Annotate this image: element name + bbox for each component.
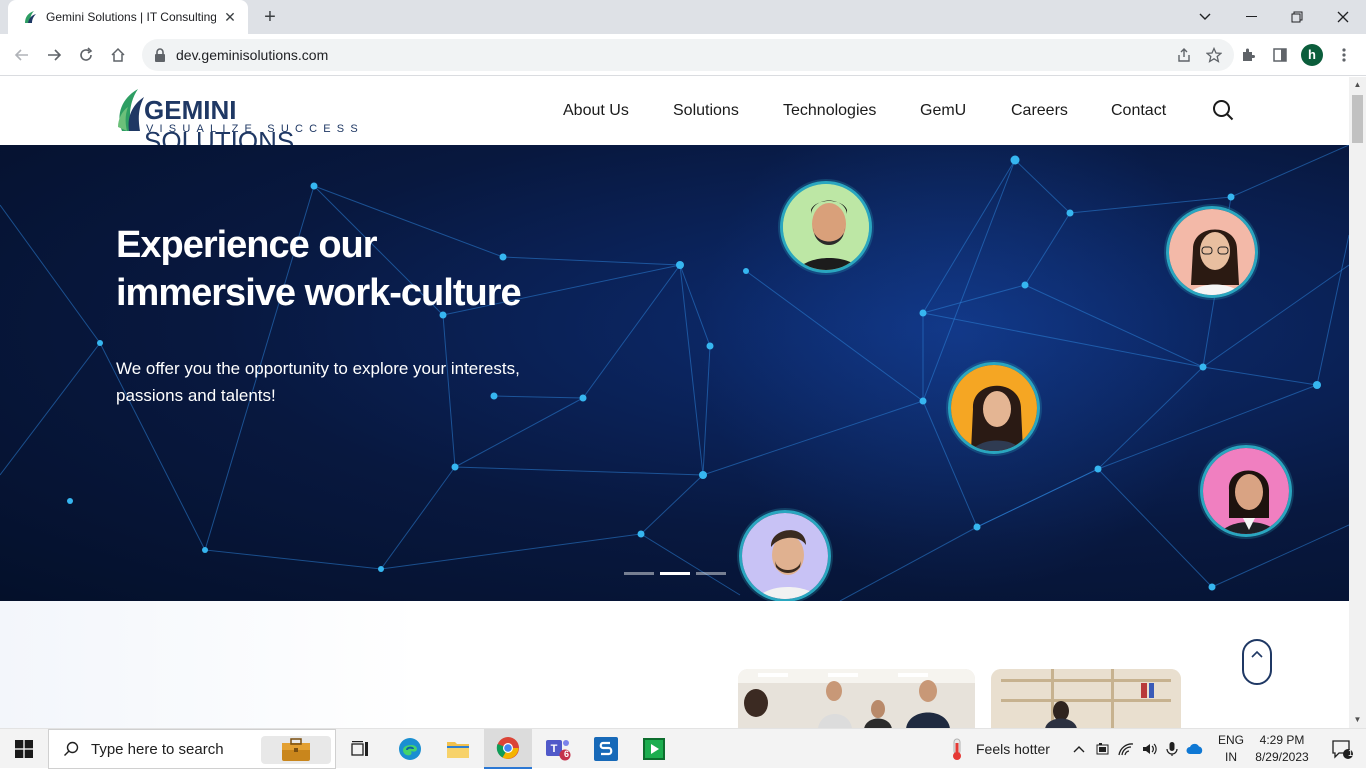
hero-heading-line-1: Experience our <box>116 224 378 266</box>
edge-browser-icon[interactable] <box>386 729 434 769</box>
nav-careers[interactable]: Careers <box>1011 102 1068 120</box>
team-member-photo-2 <box>1166 206 1258 298</box>
hero-heading-line-2: immersive work-culture <box>116 272 522 314</box>
taskbar-clock[interactable]: 4:29 PM 8/29/2023 <box>1254 732 1310 766</box>
windows-taskbar: Type here to search T 6 Feels hotter ENG <box>0 728 1366 769</box>
site-header: GEMINI SOLUTIONS VISUALIZE SUCCESS About… <box>0 77 1349 156</box>
address-bar[interactable]: dev.geminisolutions.com <box>142 39 1234 71</box>
blue-s-app-icon[interactable] <box>582 729 630 769</box>
team-member-photo-5 <box>739 510 831 601</box>
chrome-browser-icon[interactable] <box>484 729 532 769</box>
leaf-logo-icon <box>118 89 144 131</box>
forward-arrow-icon[interactable] <box>42 43 66 67</box>
clock-date: 8/29/2023 <box>1255 750 1309 764</box>
weather-text: Feels hotter <box>976 741 1050 757</box>
page-scrollbar[interactable]: ▲ ▼ <box>1349 77 1366 728</box>
page-viewport: GEMINI SOLUTIONS VISUALIZE SUCCESS About… <box>0 77 1349 728</box>
wifi-icon[interactable] <box>1118 742 1134 756</box>
show-hidden-icons-chevron-icon[interactable] <box>1072 744 1086 754</box>
share-icon[interactable] <box>1176 47 1192 63</box>
home-icon[interactable] <box>106 43 130 67</box>
carousel-dot-3[interactable] <box>696 572 726 575</box>
speaker-volume-icon[interactable] <box>1142 742 1158 756</box>
gemini-favicon-icon <box>25 11 36 23</box>
scrollbar-thumb[interactable] <box>1352 95 1363 143</box>
onedrive-cloud-icon[interactable] <box>1186 743 1204 755</box>
system-tray <box>1072 729 1204 769</box>
nav-solutions[interactable]: Solutions <box>673 102 739 120</box>
minimize-button[interactable] <box>1228 0 1274 34</box>
battery-icon[interactable] <box>1094 742 1110 756</box>
scroll-up-arrow-icon[interactable]: ▲ <box>1349 77 1366 93</box>
restore-button[interactable] <box>1274 0 1320 34</box>
team-member-photo-3 <box>948 362 1040 454</box>
notification-count: 1 <box>1348 748 1354 758</box>
close-window-button[interactable] <box>1320 0 1366 34</box>
language-indicator[interactable]: ENG IN <box>1216 732 1246 766</box>
carousel-dot-2[interactable] <box>660 572 690 575</box>
tab-title: Gemini Solutions | IT Consulting, <box>46 10 216 24</box>
weather-widget[interactable]: Feels hotter <box>946 729 1050 769</box>
teams-badge-count: 6 <box>564 749 570 759</box>
team-member-photo-4 <box>1200 445 1292 537</box>
browser-tab-strip: Gemini Solutions | IT Consulting, ✕ + <box>0 0 1366 34</box>
back-arrow-icon[interactable] <box>10 43 34 67</box>
clock-time: 4:29 PM <box>1259 733 1305 747</box>
url-text: dev.geminisolutions.com <box>176 47 329 63</box>
scroll-to-top-button[interactable] <box>1242 639 1272 685</box>
browser-tab-active[interactable]: Gemini Solutions | IT Consulting, ✕ <box>8 0 248 34</box>
kebab-menu-icon[interactable] <box>1332 43 1356 67</box>
lock-icon <box>155 48 165 62</box>
taskbar-search-box[interactable]: Type here to search <box>48 729 336 769</box>
team-member-photo-1 <box>780 181 872 273</box>
notification-center-icon[interactable]: 1 <box>1318 729 1366 769</box>
nav-technologies[interactable]: Technologies <box>783 102 876 120</box>
next-section <box>0 601 1349 728</box>
file-explorer-icon[interactable] <box>434 729 482 769</box>
extensions-puzzle-icon[interactable] <box>1236 43 1260 67</box>
hero-banner: Experience our immersive work-culture We… <box>0 145 1349 601</box>
new-tab-button[interactable]: + <box>258 6 282 28</box>
hero-body-text: We offer you the opportunity to explore … <box>116 359 520 405</box>
media-player-icon[interactable] <box>630 729 678 769</box>
windows-start-icon[interactable] <box>0 729 48 769</box>
nav-gemu[interactable]: GemU <box>920 102 966 120</box>
office-photo-1 <box>738 669 975 728</box>
bookmark-star-icon[interactable] <box>1206 47 1222 63</box>
office-photo-2 <box>991 669 1181 728</box>
nav-about-us[interactable]: About Us <box>563 102 629 120</box>
logo-tagline: VISUALIZE SUCCESS <box>146 123 364 135</box>
thermometer-icon <box>953 738 961 760</box>
carousel-dot-1[interactable] <box>624 572 654 575</box>
nav-contact[interactable]: Contact <box>1111 102 1166 120</box>
section-soft-background <box>0 601 420 728</box>
site-search-icon[interactable] <box>1212 99 1234 121</box>
tab-search-chevron-icon[interactable] <box>1182 0 1228 34</box>
search-icon <box>64 741 79 756</box>
profile-avatar[interactable]: h <box>1301 44 1323 66</box>
side-panel-icon[interactable] <box>1268 43 1292 67</box>
teams-icon[interactable]: T 6 <box>534 729 582 769</box>
reload-icon[interactable] <box>74 43 98 67</box>
svg-text:T: T <box>551 743 558 755</box>
task-view-icon[interactable] <box>336 729 384 769</box>
search-highlight-briefcase-icon[interactable] <box>261 736 331 764</box>
browser-toolbar: dev.geminisolutions.com h <box>0 34 1366 76</box>
language-region: IN <box>1225 750 1237 764</box>
taskbar-search-placeholder: Type here to search <box>91 740 224 758</box>
hero-heading: Experience our immersive work-culture <box>116 221 596 317</box>
microphone-icon[interactable] <box>1166 741 1178 757</box>
scroll-down-arrow-icon[interactable]: ▼ <box>1349 712 1366 728</box>
language-code: ENG <box>1217 733 1244 747</box>
site-logo[interactable]: GEMINI SOLUTIONS VISUALIZE SUCCESS <box>116 87 368 156</box>
tab-close-icon[interactable]: ✕ <box>222 9 238 25</box>
